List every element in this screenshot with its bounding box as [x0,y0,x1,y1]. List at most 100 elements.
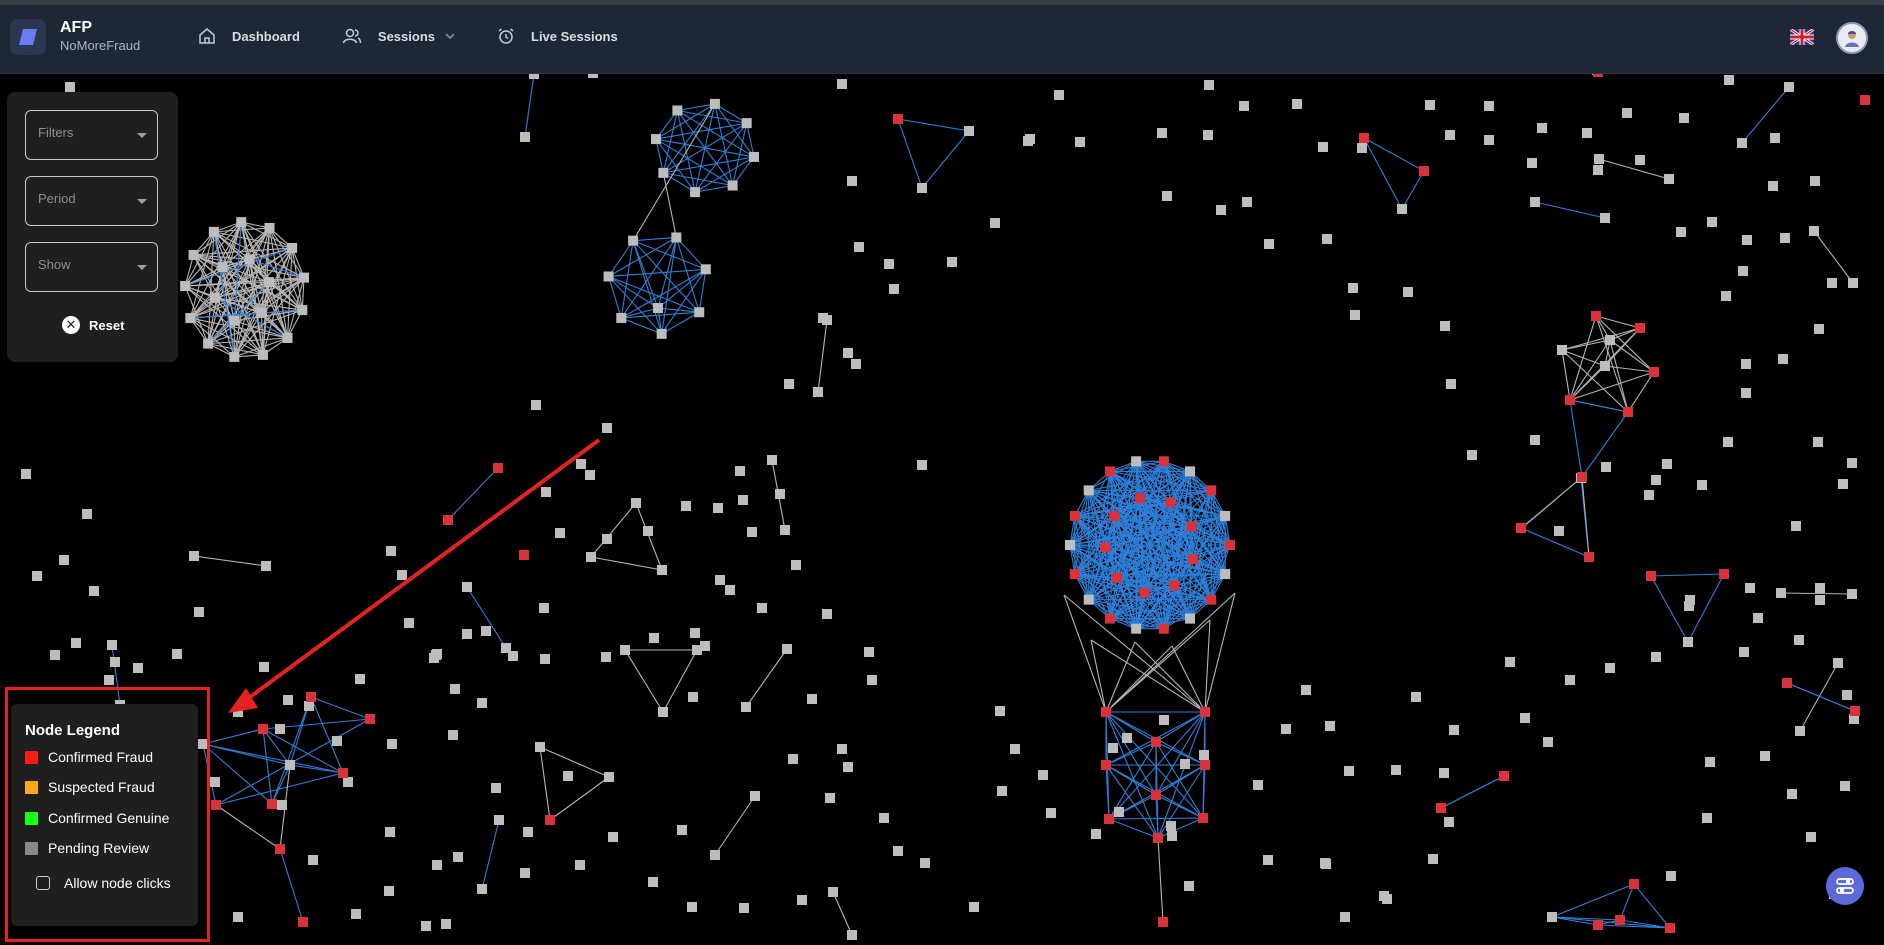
graph-node-pending[interactable] [1600,361,1610,371]
graph-node-pending[interactable] [1813,437,1823,447]
graph-node-pending[interactable] [1025,134,1035,144]
graph-node-fraud[interactable] [545,815,555,825]
graph-node-pending[interactable] [421,921,431,931]
graph-node-pending[interactable] [1565,675,1575,685]
graph-node-pending[interactable] [741,702,751,712]
graph-node-pending[interactable] [256,307,267,318]
graph-node-pending[interactable] [1322,234,1332,244]
graph-node-pending[interactable] [264,277,275,288]
graph-node-pending[interactable] [1344,766,1354,776]
nav-dashboard[interactable]: Dashboard [198,27,300,45]
graph-node-fraud[interactable] [1105,613,1115,624]
graph-node-pending[interactable] [1185,613,1195,624]
allow-node-clicks-toggle[interactable]: Allow node clicks [36,875,171,891]
graph-node-pending[interactable] [1814,324,1824,334]
graph-node-pending[interactable] [1263,855,1273,865]
graph-node-pending[interactable] [539,603,549,613]
graph-node-fraud[interactable] [1593,920,1603,930]
graph-node-pending[interactable] [1301,685,1311,695]
graph-node-pending[interactable] [1379,891,1389,901]
graph-node-pending[interactable] [1010,744,1020,754]
graph-node-pending[interactable] [1833,658,1843,668]
graph-node-pending[interactable] [649,633,659,643]
graph-node-pending[interactable] [1685,595,1695,605]
graph-node-pending[interactable] [494,815,504,825]
graph-node-fraud[interactable] [1158,917,1168,927]
graph-node-pending[interactable] [620,645,630,655]
graph-node-pending[interactable] [209,292,220,303]
graph-node-pending[interactable] [1739,647,1749,657]
graph-node-pending[interactable] [1776,588,1786,598]
graph-node-pending[interactable] [431,650,441,660]
graph-node-fraud[interactable] [1169,580,1180,591]
graph-node-pending[interactable] [1204,80,1214,90]
graph-node-pending[interactable] [32,571,42,581]
graph-node-pending[interactable] [1741,388,1751,398]
graph-node-pending[interactable] [520,132,530,142]
graph-node-pending[interactable] [1738,266,1748,276]
graph-node-pending[interactable] [1484,135,1494,145]
graph-node-pending[interactable] [1484,101,1494,111]
graph-node-fraud[interactable] [1165,497,1176,508]
graph-node-fraud[interactable] [493,463,503,473]
graph-node-pending[interactable] [1815,595,1825,605]
graph-node-pending[interactable] [1810,176,1820,186]
graph-node-fraud[interactable] [1069,569,1080,580]
graph-node-fraud[interactable] [1151,737,1161,747]
graph-node-pending[interactable] [601,652,611,662]
graph-node-pending[interactable] [298,272,309,283]
graph-node-fraud[interactable] [1158,456,1169,467]
graph-node-pending[interactable] [404,618,414,628]
graph-node-fraud[interactable] [1109,510,1120,521]
graph-node-pending[interactable] [1644,490,1654,500]
graph-node-pending[interactable] [1827,278,1837,288]
graph-node-pending[interactable] [1666,871,1676,881]
graph-node-fraud[interactable] [1516,523,1526,533]
graph-node-pending[interactable] [709,98,720,109]
graph-node-pending[interactable] [1635,155,1645,165]
graph-node-fraud[interactable] [1206,594,1217,605]
graph-node-pending[interactable] [671,232,682,243]
graph-node-pending[interactable] [563,771,573,781]
graph-node-fraud[interactable] [443,515,453,525]
graph-node-pending[interactable] [1185,466,1195,477]
graph-node-pending[interactable] [1605,663,1615,673]
graph-node-pending[interactable] [677,825,687,835]
graph-node-pending[interactable] [791,560,801,570]
graph-node-pending[interactable] [1770,133,1780,143]
graph-node-pending[interactable] [386,546,396,556]
graph-node-fraud[interactable] [1646,571,1656,581]
graph-node-pending[interactable] [210,777,220,787]
graph-node-pending[interactable] [1702,813,1712,823]
graph-node-pending[interactable] [1651,652,1661,662]
graph-node-pending[interactable] [1809,226,1819,236]
graph-node-pending[interactable] [450,684,460,694]
graph-node-pending[interactable] [813,387,823,397]
graph-node-pending[interactable] [229,315,240,326]
graph-node-pending[interactable] [1157,128,1167,138]
graph-node-pending[interactable] [784,379,794,389]
graph-node-pending[interactable] [690,628,700,638]
graph-node-pending[interactable] [1745,583,1755,593]
graph-node-fraud[interactable] [1206,485,1217,496]
graph-node-fraud[interactable] [1069,510,1080,521]
graph-node-pending[interactable] [739,903,749,913]
graph-node-pending[interactable] [1131,623,1142,634]
graph-node-pending[interactable] [448,730,458,740]
graph-node-pending[interactable] [750,791,760,801]
graph-node-pending[interactable] [82,509,92,519]
graph-node-fraud[interactable] [1584,552,1594,562]
graph-node-pending[interactable] [244,254,255,265]
graph-node-pending[interactable] [1530,197,1540,207]
graph-node-pending[interactable] [21,469,31,479]
graph-node-pending[interactable] [387,739,397,749]
graph-node-pending[interactable] [1794,635,1804,645]
graph-node-pending[interactable] [1320,858,1330,868]
graph-node-pending[interactable] [608,832,618,842]
graph-node-pending[interactable] [1184,881,1194,891]
graph-node-pending[interactable] [700,264,711,275]
graph-node-fraud[interactable] [1104,814,1114,824]
graph-node-pending[interactable] [1760,751,1770,761]
filters-select[interactable]: Filters [25,110,158,160]
graph-node-pending[interactable] [1842,690,1852,700]
